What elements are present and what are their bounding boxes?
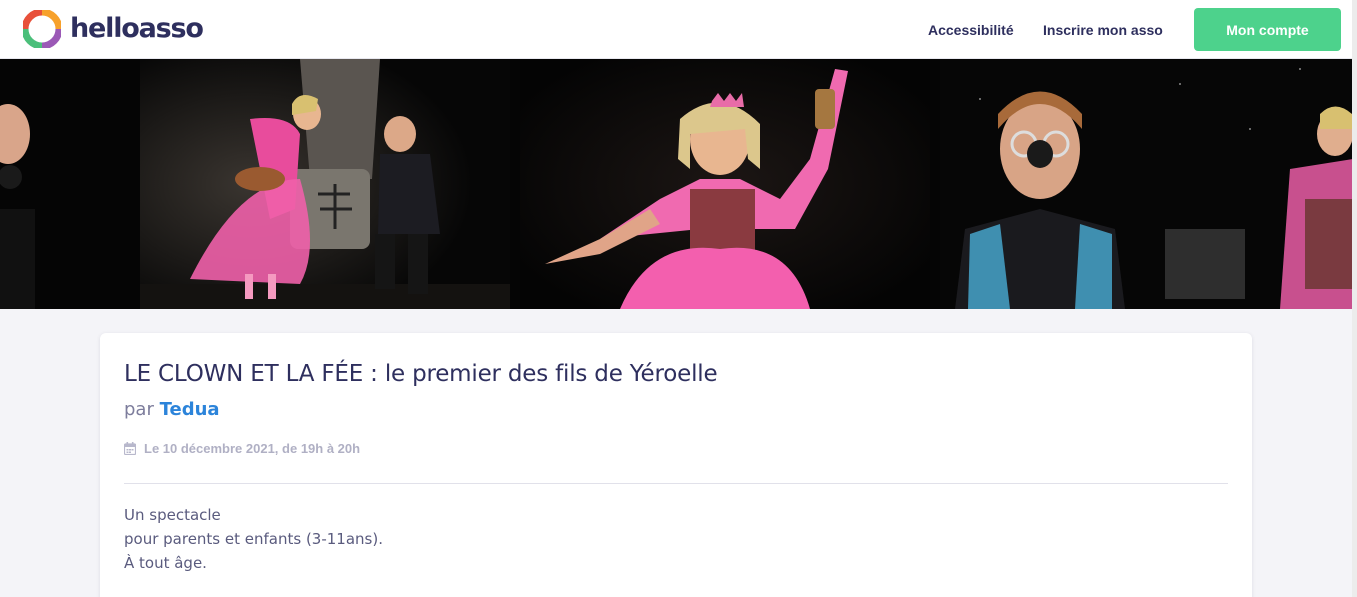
organizer-link[interactable]: Tedua [160,399,220,420]
calendar-icon [124,442,136,455]
helloasso-logo-icon [23,10,61,48]
event-date: Le 10 décembre 2021, de 19h à 20h [144,441,361,456]
by-prefix: par [124,399,154,420]
top-header: helloasso Accessibilité Inscrire mon ass… [0,0,1357,59]
nav-register-organization[interactable]: Inscrire mon asso [1043,22,1163,38]
event-description: Un spectacle pour parents et enfants (3-… [124,503,383,575]
description-line: pour parents et enfants (3-11ans). [124,530,383,548]
description-line: Un spectacle [124,506,221,524]
event-title: LE CLOWN ET LA FÉE : le premier des fils… [124,361,718,387]
scrollbar-track[interactable] [1352,0,1357,597]
helloasso-logo[interactable]: helloasso [23,10,204,48]
event-banner-image [0,59,1353,309]
description-line: À tout âge. [124,554,207,572]
event-date-row: Le 10 décembre 2021, de 19h à 20h [124,441,360,456]
account-button[interactable]: Mon compte [1194,8,1341,51]
event-card: LE CLOWN ET LA FÉE : le premier des fils… [100,333,1252,597]
banner-photo [0,59,1353,309]
logo-text: helloasso [70,13,204,44]
event-byline: par Tedua [124,399,220,420]
divider [124,483,1228,484]
nav-accessibility[interactable]: Accessibilité [928,22,1014,38]
